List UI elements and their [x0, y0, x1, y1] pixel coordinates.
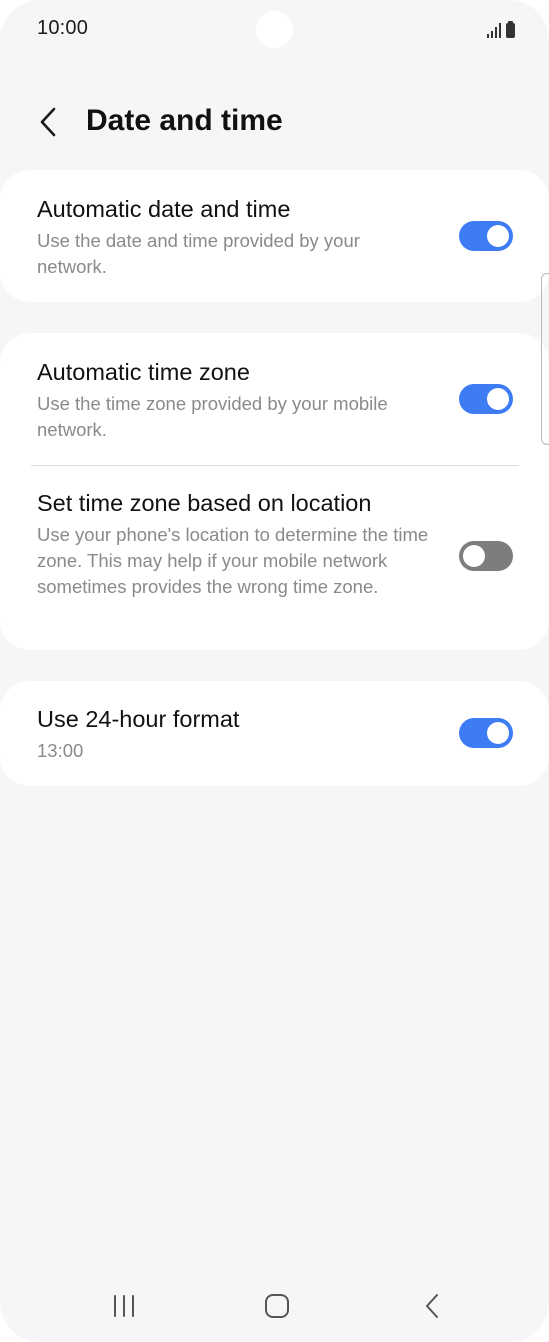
setting-title: Set time zone based on location: [37, 490, 372, 516]
toggle-knob: [487, 722, 509, 744]
app-header: Date and time: [0, 94, 549, 150]
home-icon: [265, 1294, 289, 1318]
status-time: 10:00: [37, 17, 89, 39]
status-icons: [487, 20, 515, 38]
navigation-bar: [0, 1278, 549, 1334]
toggle-automatic-date-time[interactable]: [459, 221, 513, 251]
phone-screen: 10:00 Date and time Automatic date and t…: [0, 0, 549, 1342]
setting-title: Automatic date and time: [37, 196, 291, 222]
card-automatic-date-time: Automatic date and time Use the date and…: [0, 170, 549, 302]
setting-24-hour-format[interactable]: Use 24-hour format 13:00: [0, 681, 549, 786]
setting-location-time-zone[interactable]: Set time zone based on location Use your…: [0, 466, 549, 650]
setting-subtitle: 13:00: [37, 740, 84, 761]
setting-subtitle: Use the time zone provided by your mobil…: [37, 393, 388, 440]
recents-icon: [114, 1295, 134, 1317]
back-nav-button[interactable]: [402, 1286, 462, 1326]
setting-subtitle: Use your phone's location to determine t…: [37, 524, 429, 597]
toggle-24-hour-format[interactable]: [459, 718, 513, 748]
toggle-knob: [487, 388, 509, 410]
toggle-knob: [463, 545, 485, 567]
toggle-knob: [487, 225, 509, 247]
status-bar: 10:00: [0, 0, 549, 58]
back-icon: [426, 1294, 438, 1318]
back-button[interactable]: [28, 98, 68, 146]
setting-automatic-date-time[interactable]: Automatic date and time Use the date and…: [0, 170, 549, 302]
page-title: Date and time: [86, 104, 283, 137]
battery-icon: [506, 21, 515, 38]
card-time-zone: Automatic time zone Use the time zone pr…: [0, 333, 549, 650]
scrollbar[interactable]: [541, 273, 549, 445]
setting-subtitle: Use the date and time provided by your n…: [37, 230, 360, 277]
setting-title: Automatic time zone: [37, 359, 250, 385]
setting-title: Use 24-hour format: [37, 706, 240, 732]
toggle-location-time-zone[interactable]: [459, 541, 513, 571]
camera-cutout: [256, 11, 293, 48]
card-hour-format: Use 24-hour format 13:00: [0, 681, 549, 786]
chevron-left-icon: [40, 107, 56, 137]
signal-icon: [487, 22, 501, 38]
setting-automatic-time-zone[interactable]: Automatic time zone Use the time zone pr…: [0, 333, 549, 465]
recents-button[interactable]: [94, 1286, 154, 1326]
toggle-automatic-time-zone[interactable]: [459, 384, 513, 414]
home-button[interactable]: [247, 1286, 307, 1326]
